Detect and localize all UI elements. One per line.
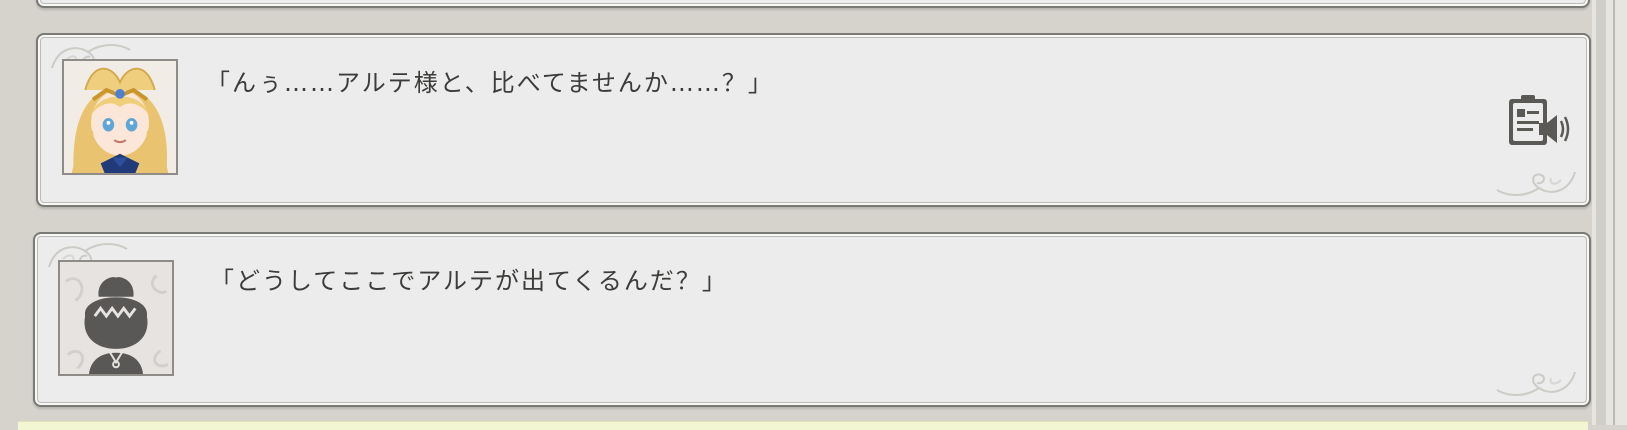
voice-replay-button[interactable] — [1505, 93, 1571, 149]
ornament-flourish — [1496, 371, 1576, 396]
voice-replay-icon — [1509, 95, 1570, 145]
log-entry: 「どうしてここでアルテが出てくるんだ？」 — [33, 232, 1591, 407]
dialogue-text: 「んぅ……アルテ様と、比べてませんか……？」 — [206, 69, 774, 97]
log-entry: 「んぅ……アルテ様と、比べてませんか……？」 — [36, 33, 1591, 207]
ornament-flourish — [1496, 171, 1576, 196]
speaker-portrait-silhouette — [58, 260, 174, 376]
silhouette-avatar-image — [60, 262, 172, 374]
dialogue-text: 「どうしてここでアルテが出てくるんだ？」 — [210, 267, 728, 295]
next-entry-edge — [18, 421, 1588, 430]
character-avatar-image — [64, 61, 176, 173]
speaker-portrait-blonde-girl — [62, 59, 178, 175]
log-entry-previous — [36, 0, 1590, 8]
scrollbar-track[interactable] — [1592, 0, 1627, 425]
